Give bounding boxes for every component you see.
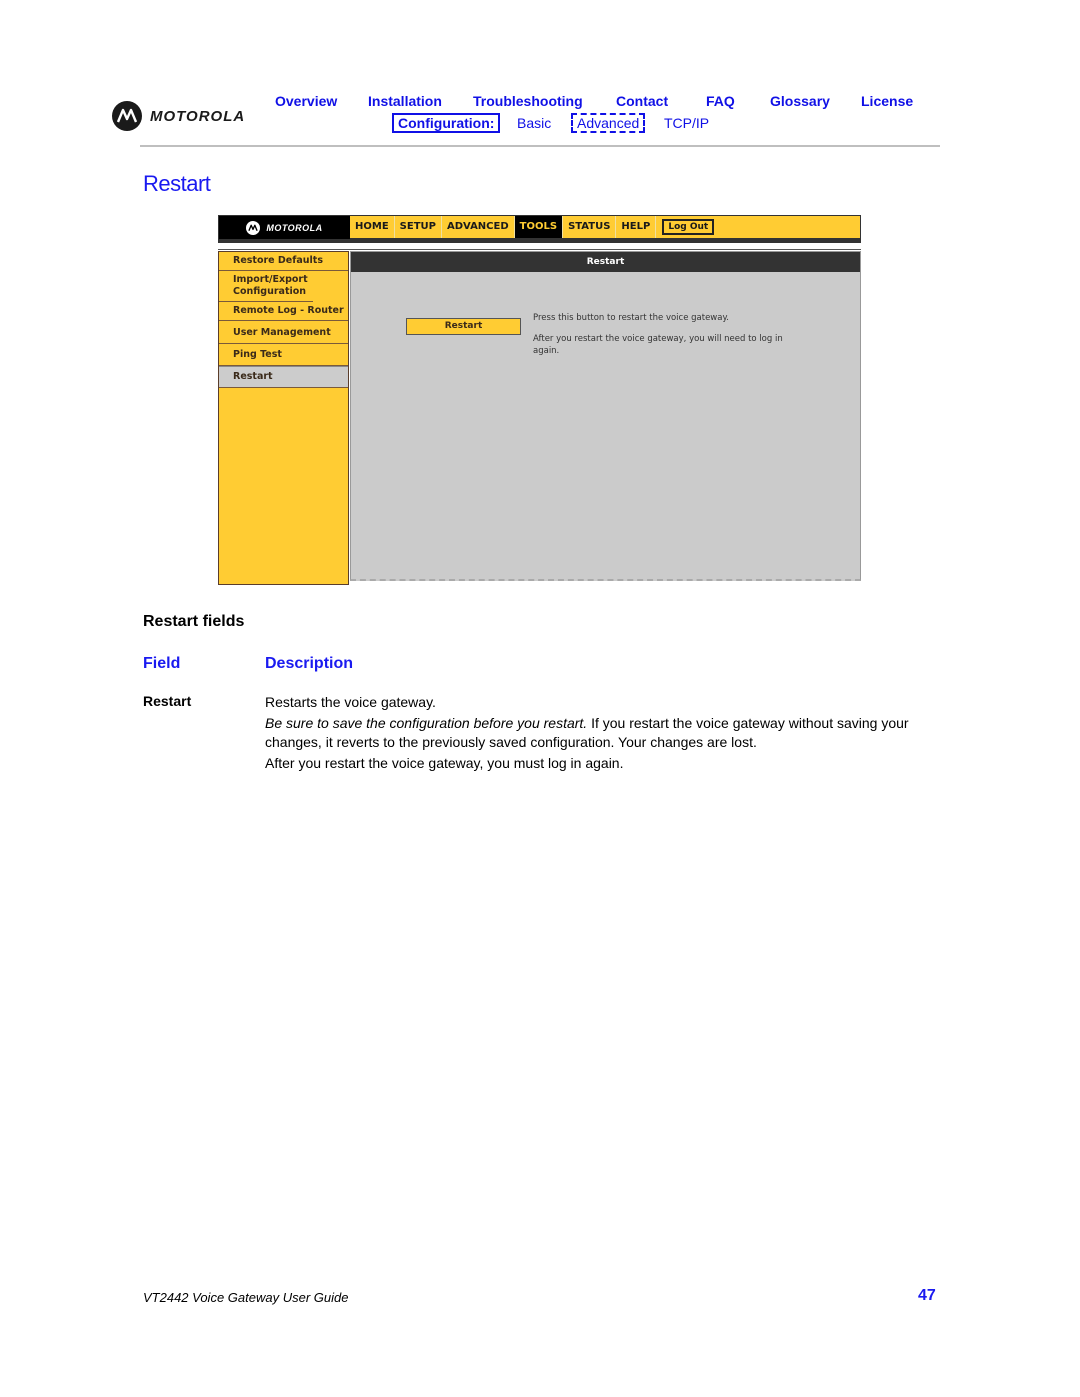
panel-instruction: Press this button to restart the voice g… <box>533 313 729 323</box>
tab-tools[interactable]: TOOLS <box>514 216 564 238</box>
page-title: Restart <box>143 171 211 196</box>
subnav-basic[interactable]: Basic <box>517 115 551 131</box>
restart-button[interactable]: Restart <box>406 318 521 335</box>
nav-installation[interactable]: Installation <box>368 93 442 109</box>
logout-button[interactable]: Log Out <box>662 219 715 235</box>
subnav-tcpip[interactable]: TCP/IP <box>664 115 709 131</box>
sidebar-item-restore-defaults[interactable]: Restore Defaults <box>219 252 348 271</box>
warning-emphasis: Be sure to save the configuration before… <box>265 715 588 731</box>
router-spacer <box>218 243 861 250</box>
field-column-header: Field <box>143 655 181 672</box>
router-tabs: HOME SETUP ADVANCED TOOLS STATUS HELP Lo… <box>350 216 720 238</box>
router-brand: MOTOROLA <box>266 222 323 233</box>
sidebar-item-remote-log[interactable]: Remote Log - Router <box>219 302 348 321</box>
header-divider <box>140 145 940 147</box>
tab-home[interactable]: HOME <box>350 216 395 238</box>
nav-license[interactable]: License <box>861 93 913 109</box>
panel-note: After you restart the voice gateway, you… <box>533 334 783 356</box>
router-logo: MOTOROLA <box>219 216 350 239</box>
page-number: 47 <box>918 1287 936 1304</box>
restart-panel: Restart Restart Press this button to res… <box>350 251 861 581</box>
motorola-batwing-icon <box>246 220 261 235</box>
subnav-advanced[interactable]: Advanced <box>571 113 646 133</box>
section-title: Restart fields <box>143 613 245 630</box>
nav-faq[interactable]: FAQ <box>706 93 735 109</box>
sidebar-item-restart[interactable]: Restart <box>219 366 348 388</box>
router-sidebar: Restore Defaults Import/Export Configura… <box>218 251 349 585</box>
tab-setup[interactable]: SETUP <box>395 216 442 238</box>
tab-help[interactable]: HELP <box>616 216 657 238</box>
config-subnav: Configuration: Basic Advanced TCP/IP <box>0 113 1080 135</box>
nav-overview[interactable]: Overview <box>275 93 337 109</box>
router-topbar: MOTOROLA HOME SETUP ADVANCED TOOLS STATU… <box>218 215 861 239</box>
panel-title: Restart <box>351 252 860 272</box>
description-warning: Be sure to save the configuration before… <box>265 714 945 752</box>
configuration-label: Configuration: <box>392 113 501 133</box>
description-line: Restarts the voice gateway. <box>265 694 436 710</box>
description-column-header: Description <box>265 655 354 672</box>
footer-guide-title: VT2442 Voice Gateway User Guide <box>143 1290 349 1305</box>
description-line: After you restart the voice gateway, you… <box>265 755 624 771</box>
sidebar-item-import-export[interactable]: Import/Export Configuration <box>219 271 313 302</box>
nav-contact[interactable]: Contact <box>616 93 668 109</box>
tab-status[interactable]: STATUS <box>563 216 617 238</box>
sidebar-item-user-management[interactable]: User Management <box>219 321 348 344</box>
field-description: Restarts the voice gateway. Be sure to s… <box>265 693 945 775</box>
router-ui-screenshot: MOTOROLA HOME SETUP ADVANCED TOOLS STATU… <box>218 215 862 585</box>
nav-glossary[interactable]: Glossary <box>770 93 830 109</box>
tab-advanced[interactable]: ADVANCED <box>442 216 515 238</box>
nav-troubleshooting[interactable]: Troubleshooting <box>473 93 583 109</box>
field-name: Restart <box>143 693 192 709</box>
top-nav: Overview Installation Troubleshooting Co… <box>0 93 1080 113</box>
sidebar-item-ping-test[interactable]: Ping Test <box>219 344 348 366</box>
